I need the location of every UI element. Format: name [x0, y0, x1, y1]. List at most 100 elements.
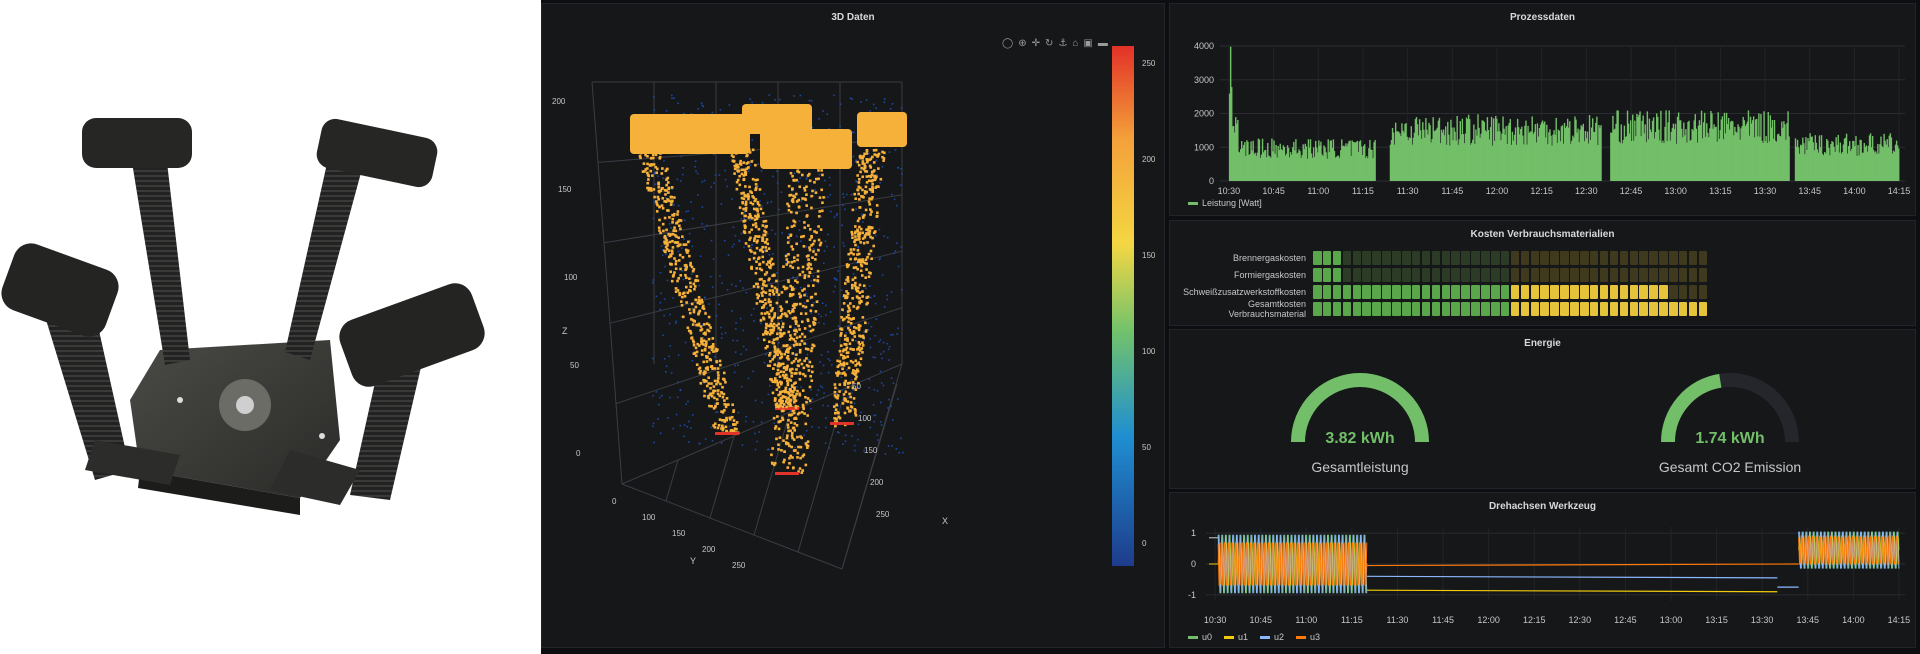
cost-cell [1461, 267, 1470, 282]
legend-swatch [1188, 201, 1198, 205]
axis-label-z: Z [562, 326, 568, 336]
y-tick-label: 2000 [1194, 109, 1214, 119]
y-tick: 100 [642, 513, 656, 522]
cost-cell [1352, 267, 1362, 282]
x-tick-label: 12:30 [1575, 186, 1598, 196]
cost-cell [1698, 250, 1708, 265]
cost-cell [1322, 301, 1332, 316]
cost-cell [1629, 267, 1638, 282]
cost-cell [1520, 267, 1530, 282]
cost-cell [1392, 267, 1401, 282]
cost-cell [1649, 250, 1658, 265]
z-tick: 50 [570, 361, 579, 370]
cost-cell [1372, 301, 1381, 316]
cost-cell [1678, 284, 1688, 299]
legend-item[interactable]: Leistung [Watt] [1188, 198, 1262, 208]
cost-cell [1481, 301, 1490, 316]
cost-cell [1649, 301, 1658, 316]
cost-cell [1540, 250, 1549, 265]
cost-cell [1540, 301, 1549, 316]
cost-cell [1619, 284, 1629, 299]
cost-cell [1589, 284, 1599, 299]
colorbar-tick: 100 [1142, 347, 1156, 356]
x-tick-label: 13:30 [1751, 615, 1774, 625]
cost-cell [1362, 250, 1371, 265]
cost-cell [1471, 301, 1480, 316]
cost-row-label: Gesamtkosten Verbrauchsmaterial [1228, 298, 1306, 319]
cost-cell [1402, 267, 1411, 282]
cost-cell [1431, 267, 1441, 282]
gauges: 3.82 kWh Gesamtleistung 1.74 kWh Gesamt … [1291, 373, 1801, 475]
cost-cell [1609, 301, 1619, 316]
cost-cell [1678, 267, 1688, 282]
cost-cell [1342, 301, 1352, 316]
scatter-3d[interactable]: 250 200 150 100 50 0 200 150 100 50 0 0 100 150 200 25… [542, 4, 1166, 649]
x-tick: 100 [858, 414, 872, 423]
z-tick: 150 [558, 185, 572, 194]
bar [1788, 136, 1790, 181]
cost-cell [1500, 284, 1510, 299]
y-tick-label: 1000 [1194, 142, 1214, 152]
cost-cell [1688, 301, 1698, 316]
cost-cell [1530, 267, 1540, 282]
axis-label-y: Y [690, 556, 696, 566]
y-tick-label: 3000 [1194, 75, 1214, 85]
cost-cell [1392, 284, 1401, 299]
cost-cell [1471, 284, 1480, 299]
cost-cell [1510, 284, 1520, 299]
x-tick-label: 10:45 [1262, 186, 1285, 196]
colorbar [1112, 46, 1134, 566]
cost-cell [1491, 301, 1500, 316]
cost-cell [1411, 284, 1421, 299]
panel-prozessdaten: Prozessdaten 4000 3000 2000 1000 0 10:30 10:45… [1169, 3, 1916, 216]
cost-cell [1688, 250, 1698, 265]
cost-cell [1659, 301, 1668, 316]
cost-cell [1688, 267, 1698, 282]
cost-cell [1580, 301, 1589, 316]
cost-cell [1332, 301, 1342, 316]
x-tick-label: 10:30 [1218, 186, 1241, 196]
legend-item[interactable]: u3 [1296, 632, 1320, 642]
cost-cell [1382, 250, 1391, 265]
panel-kosten: Kosten Verbrauchsmaterialien Brennergask… [1169, 220, 1916, 326]
cost-cell [1580, 250, 1589, 265]
cost-cell [1451, 267, 1460, 282]
x-tick-label: 11:00 [1307, 186, 1329, 196]
cost-cell [1382, 284, 1391, 299]
cost-cell [1580, 284, 1589, 299]
colorbar-tick: 150 [1142, 251, 1156, 260]
cost-cell [1678, 301, 1688, 316]
cost-row: Gesamtkosten Verbrauchsmaterial [1170, 298, 1917, 319]
cost-cell [1421, 267, 1431, 282]
cost-cell [1362, 301, 1371, 316]
legend-item[interactable]: u0 [1188, 632, 1212, 642]
cost-cell [1619, 267, 1629, 282]
cost-cell [1570, 250, 1579, 265]
y-tick: 150 [672, 529, 686, 538]
cost-cell [1421, 301, 1431, 316]
legend-swatch [1296, 635, 1307, 639]
cost-cell [1510, 301, 1520, 316]
panel-energie: Energie 3.82 kWh Gesamtleistung 1.74 kWh… [1169, 329, 1916, 489]
legend-item[interactable]: u2 [1260, 632, 1284, 642]
cost-cell [1342, 267, 1352, 282]
cost-cell [1609, 267, 1619, 282]
cost-cell [1402, 301, 1411, 316]
x-tick-label: 12:45 [1614, 615, 1637, 625]
legend-item[interactable]: u1 [1224, 632, 1248, 642]
cost-cell [1560, 284, 1569, 299]
x-tick-label: 13:15 [1705, 615, 1728, 625]
x-tick-label: 12:00 [1486, 186, 1509, 196]
cost-cell [1451, 301, 1460, 316]
cost-cell [1589, 301, 1599, 316]
cost-cell [1431, 284, 1441, 299]
cost-cell [1698, 267, 1708, 282]
cost-cell [1441, 267, 1451, 282]
cost-cell [1461, 284, 1470, 299]
cost-cell [1332, 284, 1342, 299]
cost-cell [1698, 301, 1708, 316]
x-tick-label: 10:30 [1204, 615, 1227, 625]
legend-label: u2 [1274, 632, 1285, 642]
cost-cell [1421, 250, 1431, 265]
gauge-value: 3.82 kWh [1325, 430, 1394, 447]
